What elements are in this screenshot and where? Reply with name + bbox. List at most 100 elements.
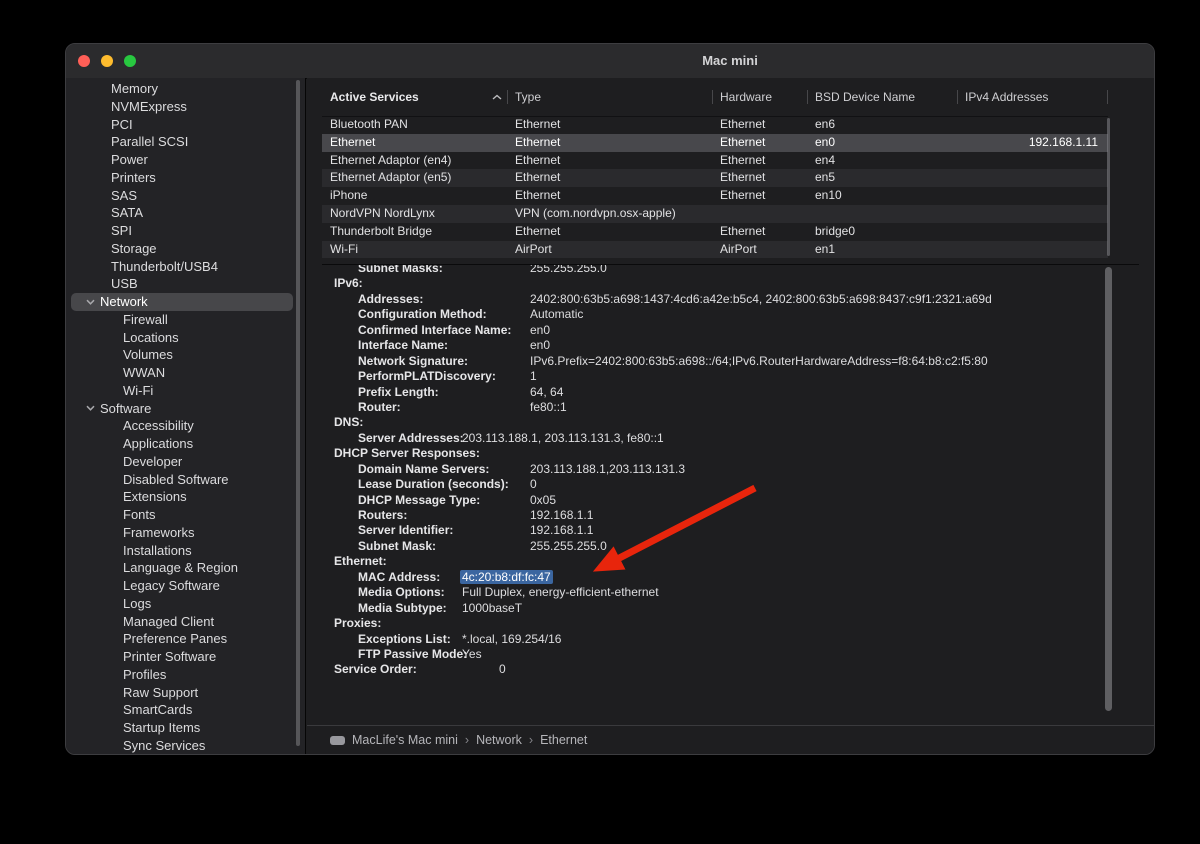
detail-value: 1: [530, 369, 537, 383]
table-row-wi-fi[interactable]: Wi-FiAirPortAirPorten1: [322, 241, 1108, 259]
detail-label: Media Subtype:: [358, 601, 462, 616]
table-row-ethernet-adaptor-en4[interactable]: Ethernet Adaptor (en4)EthernetEtherneten…: [322, 152, 1108, 170]
sidebar-item-preference-panes[interactable]: Preference Panes: [71, 630, 293, 648]
sidebar-list: MemoryNVMExpressPCIParallel SCSIPowerPri…: [66, 80, 305, 754]
sidebar-item-applications[interactable]: Applications: [71, 435, 293, 453]
titlebar[interactable]: Mac mini: [66, 44, 1154, 79]
details-scrollbar[interactable]: [1105, 267, 1112, 711]
sidebar-item-wi-fi[interactable]: Wi-Fi: [71, 382, 293, 400]
sidebar-item-sata[interactable]: SATA: [71, 204, 293, 222]
table-header: Active Services Type Hardware BSD Device…: [322, 78, 1108, 117]
minimize-button[interactable]: [101, 55, 113, 67]
sidebar-item-label: Profiles: [71, 666, 166, 684]
sidebar-item-label: Firewall: [71, 311, 168, 329]
sidebar-item-thunderbolt-usb4[interactable]: Thunderbolt/USB4: [71, 258, 293, 276]
sidebar-item-wwan[interactable]: WWAN: [71, 364, 293, 382]
sidebar-item-memory[interactable]: Memory: [71, 80, 293, 98]
column-header-bsd-device-name[interactable]: BSD Device Name: [807, 87, 957, 107]
sidebar-item-smartcards[interactable]: SmartCards: [71, 701, 293, 719]
sidebar-item-installations[interactable]: Installations: [71, 542, 293, 560]
sidebar-item-developer[interactable]: Developer: [71, 453, 293, 471]
sidebar-item-legacy-software[interactable]: Legacy Software: [71, 577, 293, 595]
sidebar-item-label: WWAN: [71, 364, 165, 382]
sort-ascending-icon: [492, 94, 502, 100]
sidebar-item-language-region[interactable]: Language & Region: [71, 559, 293, 577]
window-title: Mac mini: [306, 44, 1154, 78]
sidebar-item-firewall[interactable]: Firewall: [71, 311, 293, 329]
sidebar-item-label: Preference Panes: [71, 630, 227, 648]
sidebar-item-label: Parallel SCSI: [71, 133, 188, 151]
detail-value: 1000baseT: [462, 601, 522, 615]
detail-label: Media Options:: [358, 585, 462, 600]
services-table: Bluetooth PANEthernetEtherneten6Ethernet…: [322, 116, 1108, 258]
table-row-ethernet-adaptor-en5[interactable]: Ethernet Adaptor (en5)EthernetEtherneten…: [322, 169, 1108, 187]
detail-line-confirmed-interface-name: Confirmed Interface Name:en0: [334, 323, 1139, 338]
detail-value: en0: [530, 338, 550, 352]
sidebar-item-parallel-scsi[interactable]: Parallel SCSI: [71, 133, 293, 151]
sidebar-item-frameworks[interactable]: Frameworks: [71, 524, 293, 542]
breadcrumb-item-ethernet[interactable]: Ethernet: [540, 733, 587, 747]
sidebar-item-power[interactable]: Power: [71, 151, 293, 169]
sidebar-item-label: SATA: [71, 204, 143, 222]
sidebar-item-logs[interactable]: Logs: [71, 595, 293, 613]
sidebar-item-accessibility[interactable]: Accessibility: [71, 417, 293, 435]
column-header-hardware[interactable]: Hardware: [712, 87, 807, 107]
sidebar-item-raw-support[interactable]: Raw Support: [71, 684, 293, 702]
table-row-nordvpn-nordlynx[interactable]: NordVPN NordLynxVPN (com.nordvpn.osx-app…: [322, 205, 1108, 223]
sidebar-item-fonts[interactable]: Fonts: [71, 506, 293, 524]
column-header-type[interactable]: Type: [507, 87, 712, 107]
sidebar-item-sas[interactable]: SAS: [71, 187, 293, 205]
details-content: Subnet Masks:255.255.255.0IPv6:Addresses…: [334, 264, 1139, 678]
mac-address-value[interactable]: 4c:20:b8:df:fc:47: [460, 570, 553, 584]
table-cell: [957, 169, 1108, 187]
detail-line-configuration-method: Configuration Method:Automatic: [334, 307, 1139, 322]
main-content: Active Services Type Hardware BSD Device…: [307, 78, 1154, 754]
sidebar-item-profiles[interactable]: Profiles: [71, 666, 293, 684]
zoom-button[interactable]: [124, 55, 136, 67]
sidebar-item-volumes[interactable]: Volumes: [71, 346, 293, 364]
sidebar-item-label: Disabled Software: [71, 471, 229, 489]
table-cell: en5: [807, 169, 957, 187]
window-controls: [78, 55, 136, 67]
table-row-ethernet[interactable]: EthernetEthernetEtherneten0192.168.1.11: [322, 134, 1108, 152]
sidebar-item-sync-services[interactable]: Sync Services: [71, 737, 293, 754]
sidebar-item-label: Extensions: [71, 488, 187, 506]
breadcrumb-separator: ›: [465, 733, 469, 747]
sidebar-item-managed-client[interactable]: Managed Client: [71, 613, 293, 631]
sidebar: MemoryNVMExpressPCIParallel SCSIPowerPri…: [66, 78, 306, 754]
sidebar-item-locations[interactable]: Locations: [71, 329, 293, 347]
column-header-active-services[interactable]: Active Services: [322, 87, 507, 107]
sidebar-item-printers[interactable]: Printers: [71, 169, 293, 187]
sidebar-item-network[interactable]: Network: [71, 293, 293, 311]
sidebar-item-storage[interactable]: Storage: [71, 240, 293, 258]
table-scrollbar[interactable]: [1107, 118, 1110, 256]
detail-value: 192.168.1.1: [530, 523, 593, 537]
sidebar-item-software[interactable]: Software: [71, 400, 293, 418]
table-row-bluetooth-pan[interactable]: Bluetooth PANEthernetEtherneten6: [322, 116, 1108, 134]
sidebar-item-nvmexpress[interactable]: NVMExpress: [71, 98, 293, 116]
table-cell: Ethernet: [507, 187, 712, 205]
sidebar-item-extensions[interactable]: Extensions: [71, 488, 293, 506]
detail-line-dhcp-message-type: DHCP Message Type:0x05: [334, 493, 1139, 508]
sidebar-item-spi[interactable]: SPI: [71, 222, 293, 240]
sidebar-item-startup-items[interactable]: Startup Items: [71, 719, 293, 737]
sidebar-scrollbar[interactable]: [296, 80, 300, 746]
sidebar-item-label: Installations: [71, 542, 192, 560]
sidebar-item-pci[interactable]: PCI: [71, 116, 293, 134]
chevron-down-icon[interactable]: [86, 405, 96, 411]
breadcrumb-item-network[interactable]: Network: [476, 733, 522, 747]
column-header-ipv4-addresses[interactable]: IPv4 Addresses: [957, 87, 1108, 107]
sidebar-item-label: NVMExpress: [71, 98, 187, 116]
table-row-iphone[interactable]: iPhoneEthernetEtherneten10: [322, 187, 1108, 205]
detail-line-mac-address: MAC Address:4c:20:b8:df:fc:47: [334, 570, 1139, 585]
close-button[interactable]: [78, 55, 90, 67]
table-cell: Ethernet Adaptor (en4): [322, 152, 507, 170]
sidebar-item-disabled-software[interactable]: Disabled Software: [71, 471, 293, 489]
sidebar-item-label: Printers: [71, 169, 156, 187]
detail-line-network-signature: Network Signature:IPv6.Prefix=2402:800:6…: [334, 354, 1139, 369]
chevron-down-icon[interactable]: [86, 299, 96, 305]
breadcrumb-item-device[interactable]: MacLife's Mac mini: [352, 733, 458, 747]
sidebar-item-usb[interactable]: USB: [71, 275, 293, 293]
table-row-thunderbolt-bridge[interactable]: Thunderbolt BridgeEthernetEthernetbridge…: [322, 223, 1108, 241]
sidebar-item-printer-software[interactable]: Printer Software: [71, 648, 293, 666]
